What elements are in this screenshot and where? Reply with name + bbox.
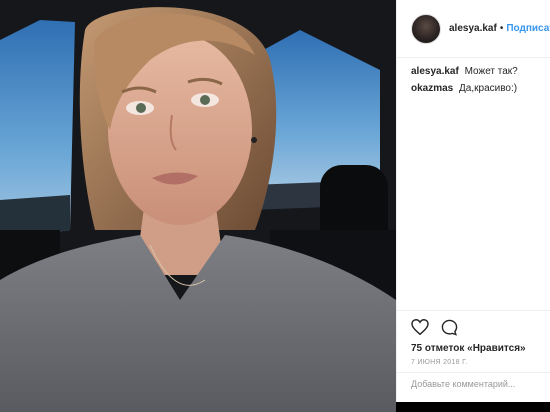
comment-author[interactable]: okazmas (411, 83, 453, 94)
selfie-image (0, 0, 396, 412)
caption: alesya.kaf Может так? (411, 66, 536, 77)
avatar[interactable] (411, 13, 441, 44)
comment-text: Да,красиво:) (459, 83, 518, 94)
caption-author[interactable]: alesya.kaf (411, 66, 459, 77)
post-actions: 75 отметок «Нравится» 7 июня 2018 Г. (397, 310, 550, 366)
heart-icon[interactable] (411, 319, 429, 335)
comments-list: alesya.kaf Может так? okazmas Да,красиво… (397, 58, 550, 94)
action-icons (411, 317, 537, 337)
post-header: alesya.kaf • Подписаться (397, 0, 550, 58)
likes-count[interactable]: 75 отметок «Нравится» (411, 343, 537, 354)
comment-item: okazmas Да,красиво:) (411, 83, 536, 94)
instagram-post-frame: alesya.kaf • Подписаться alesya.kaf Може… (0, 0, 550, 412)
comment-icon[interactable] (441, 319, 458, 336)
add-comment-input[interactable]: Добавьте комментарий... (397, 372, 550, 402)
caption-text: Может так? (464, 66, 518, 77)
post-side-panel: alesya.kaf • Подписаться alesya.kaf Може… (396, 0, 550, 402)
bottom-strip (396, 402, 550, 412)
separator-dot: • (499, 23, 504, 34)
username-link[interactable]: alesya.kaf (449, 23, 497, 34)
post-photo (0, 0, 396, 412)
post-date: 7 июня 2018 Г. (411, 359, 468, 366)
follow-button[interactable]: Подписаться (506, 23, 550, 34)
